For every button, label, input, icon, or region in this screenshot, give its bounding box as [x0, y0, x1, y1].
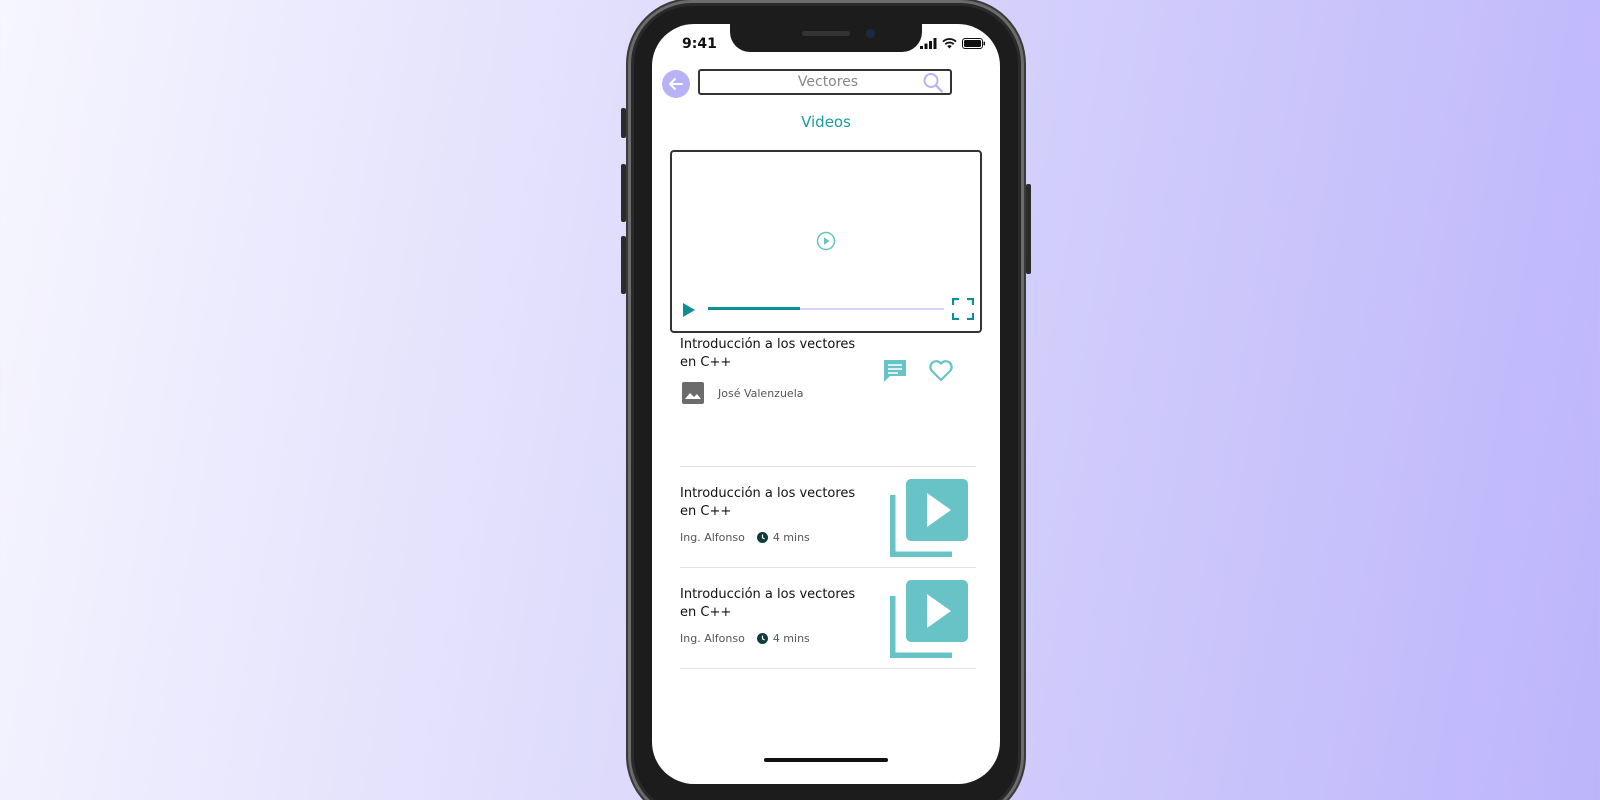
- video-author: Ing. Alfonso: [680, 632, 745, 645]
- home-indicator[interactable]: [764, 758, 888, 762]
- divider: [680, 668, 976, 669]
- section-title: Videos: [801, 113, 851, 131]
- clock-icon: [756, 532, 768, 543]
- arrow-left-icon: [669, 78, 683, 90]
- comment-icon[interactable]: [882, 358, 908, 384]
- featured-author: José Valenzuela: [682, 382, 804, 404]
- status-icons: [920, 38, 986, 49]
- phone-frame: 9:41 Vectores Videos Introducción a los …: [621, 0, 1031, 800]
- video-duration: 4 mins: [772, 531, 810, 544]
- progress-bar[interactable]: [708, 307, 944, 310]
- screen: 9:41 Vectores Videos Introducción a los …: [652, 24, 1000, 784]
- featured-video-title: Introducción a los vectores en C++: [680, 337, 856, 370]
- video-title: Introducción a los vectores en C++: [680, 587, 856, 620]
- play-icon[interactable]: [682, 302, 696, 318]
- video-duration: 4 mins: [772, 632, 810, 645]
- battery-icon: [962, 38, 985, 49]
- video-author: Ing. Alfonso: [680, 531, 745, 544]
- search-input[interactable]: [700, 71, 930, 93]
- wifi-icon: [942, 38, 957, 49]
- notch: [730, 24, 922, 52]
- video-meta: Ing. Alfonso 4 mins: [680, 531, 810, 544]
- status-time: 9:41: [682, 36, 717, 52]
- progress-fill: [708, 307, 801, 310]
- video-list-item[interactable]: Introducción a los vectores en C++ Ing. …: [680, 467, 976, 567]
- video-title: Introducción a los vectores en C++: [680, 486, 856, 519]
- mute-switch: [621, 108, 626, 138]
- clock-icon: [756, 633, 768, 644]
- search-icon[interactable]: [922, 72, 946, 94]
- search-bar: [698, 69, 952, 95]
- image-placeholder-icon: [682, 382, 704, 404]
- back-button[interactable]: [662, 70, 690, 98]
- play-circle-icon[interactable]: [816, 231, 836, 251]
- video-meta: Ing. Alfonso 4 mins: [680, 632, 810, 645]
- speaker: [802, 31, 850, 36]
- camera: [866, 29, 875, 38]
- heart-icon[interactable]: [928, 358, 954, 384]
- power-button: [1026, 184, 1031, 274]
- volume-down-button: [621, 236, 626, 294]
- video-library-icon[interactable]: [890, 578, 970, 658]
- video-player[interactable]: [670, 150, 982, 333]
- video-list-item[interactable]: Introducción a los vectores en C++ Ing. …: [680, 568, 976, 668]
- fullscreen-icon[interactable]: [952, 298, 974, 320]
- volume-up-button: [621, 164, 626, 222]
- signal-icon: [920, 38, 937, 49]
- featured-author-name: José Valenzuela: [718, 386, 804, 400]
- video-library-icon[interactable]: [890, 477, 970, 557]
